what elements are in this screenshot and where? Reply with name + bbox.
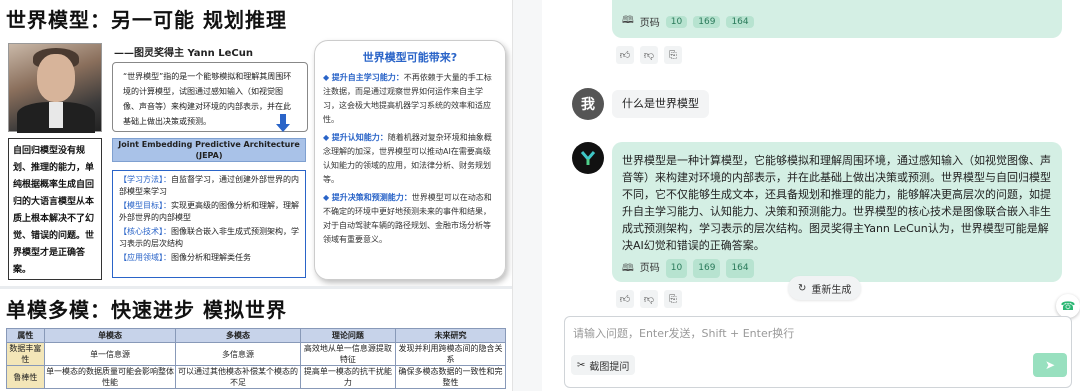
reference-list: 🕮 页码 10 169 164 — [622, 13, 754, 30]
thumbs-up-icon[interactable]: 👍︎ — [616, 290, 634, 308]
table-row: 鲁棒性 单一模态的数据质量可能会影响整体性能 可以通过其他模态补偿某个模态的不足… — [6, 365, 506, 389]
previous-bot-message: 🕮 页码 10 169 164 — [612, 0, 1062, 38]
table-header: 属性 — [6, 328, 45, 343]
benefits-panel: 世界模型可能带来? ◆ 提升自主学习能力：不再依赖于大量的手工标注数据，而是通过… — [314, 40, 506, 280]
page-ref-chip[interactable]: 169 — [693, 259, 721, 278]
book-icon: 🕮 — [622, 263, 634, 274]
slide-title-2: 单模多模：快速进步 模拟世界 — [6, 298, 287, 322]
left-note: 自回归模型没有规划、推理的能力，单纯根据概率生成自回归的大语言模型从本质上根本解… — [8, 138, 102, 280]
jepa-row: 【应用领域】：图像分析和理解类任务 — [119, 253, 251, 262]
chat-panel: 🕮 页码 10 169 164 👍︎ 👎︎ ⎘ 我 什么是世界模型 世界模型是一… — [542, 0, 1080, 391]
page-ref-chip[interactable]: 164 — [726, 15, 754, 28]
send-button[interactable]: ➤ — [1033, 353, 1067, 377]
bot-message-text: 世界模型是一种计算模型，它能够模拟和理解周围环境，通过感知输入（如视觉图像、声音… — [622, 154, 1051, 252]
copy-icon[interactable]: ⎘ — [664, 46, 682, 64]
benefit-item: ◆ 提升自主学习能力：不再依赖于大量的手工标注数据，而是通过观察世界如何运作来自… — [323, 73, 492, 124]
send-icon: ➤ — [1044, 358, 1056, 372]
scissors-icon: ✂ — [577, 359, 586, 371]
regenerate-button[interactable]: ↻ 重新生成 — [788, 276, 862, 300]
bot-logo-icon — [580, 151, 596, 165]
slide-panel: 世界模型：另一可能 规划推理 ——图灵奖得主 Yann LeCun “世界模型”… — [0, 0, 512, 391]
jepa-row: 【模型目标】：实现更高级的图像分析和理解，理解外部世界的内部模型 — [119, 201, 299, 222]
ref-label: 页码 — [639, 18, 660, 29]
table-header: 单模态 — [43, 328, 177, 343]
message-actions: 👍︎ 👎︎ ⎘ — [616, 290, 682, 308]
user-message: 什么是世界模型 — [612, 90, 709, 118]
benefit-item: ◆ 提升认知能力：随着机器对复杂环境和抽象概念理解的加深，世界模型可以推动AI在… — [323, 133, 492, 184]
table-header: 理论问题 — [299, 328, 397, 343]
benefits-title: 世界模型可能带来? — [362, 51, 458, 64]
ref-label: 页码 — [639, 263, 660, 274]
book-icon: 🕮 — [622, 15, 634, 26]
headset-icon[interactable]: ☎ — [1056, 294, 1080, 318]
benefit-item: ◆ 提升决策和预测能力：世界模型可以在动态和不确定的环境中更好地预测未来的事件和… — [323, 193, 492, 244]
jepa-title: Joint Embedding Predictive Architecture … — [112, 138, 306, 162]
jepa-list: 【学习方法】：自监督学习，通过创建外部世界的内部模型来学习 【模型目标】：实现更… — [112, 170, 306, 278]
table-header: 未来研究 — [395, 328, 506, 343]
chat-input-box[interactable]: 请输入问题，Enter发送，Shift + Enter换行 ✂ 截图提问 ➤ — [564, 316, 1072, 388]
copy-icon[interactable]: ⎘ — [664, 290, 682, 308]
user-avatar: 我 — [572, 88, 604, 120]
page-ref-chip[interactable]: 10 — [665, 15, 688, 28]
page-ref-chip[interactable]: 164 — [726, 259, 754, 278]
thumbs-up-icon[interactable]: 👍︎ — [616, 46, 634, 64]
reference-list: 🕮 页码 10 169 164 — [622, 259, 754, 278]
down-arrow-icon — [276, 114, 290, 132]
table-row: 数据丰富性 单一信息源 多信息源 高效地从单一信息源提取特征 发现并利用跨模态间… — [6, 342, 506, 366]
page-ref-chip[interactable]: 10 — [665, 259, 688, 278]
panel-splitter[interactable] — [512, 0, 542, 391]
portrait-photo — [8, 43, 102, 133]
page-ref-chip[interactable]: 169 — [693, 15, 721, 28]
thumbs-down-icon[interactable]: 👎︎ — [640, 46, 658, 64]
screenshot-ask-button[interactable]: ✂ 截图提问 — [571, 355, 636, 375]
thumbs-down-icon[interactable]: 👎︎ — [640, 290, 658, 308]
jepa-row: 【核心技术】：图像联合嵌入非生成式预测架构，学习表示的层次结构 — [119, 227, 299, 248]
slide-divider — [0, 286, 512, 289]
message-actions: 👍︎ 👎︎ ⎘ — [616, 46, 682, 64]
bot-message: 世界模型是一种计算模型，它能够模拟和理解周围环境，通过感知输入（如视觉图像、声音… — [612, 142, 1062, 282]
refresh-icon: ↻ — [798, 282, 807, 294]
chat-input-placeholder[interactable]: 请输入问题，Enter发送，Shift + Enter换行 — [573, 325, 794, 341]
bot-avatar — [572, 142, 604, 174]
table-header: 多模态 — [175, 328, 301, 343]
slide-title: 世界模型：另一可能 规划推理 — [6, 8, 287, 32]
comparison-table: 属性 单模态 多模态 理论问题 未来研究 数据丰富性 单一信息源 多信息源 高效… — [6, 328, 506, 389]
byline: ——图灵奖得主 Yann LeCun — [114, 48, 254, 59]
jepa-row: 【学习方法】：自监督学习，通过创建外部世界的内部模型来学习 — [119, 175, 299, 196]
